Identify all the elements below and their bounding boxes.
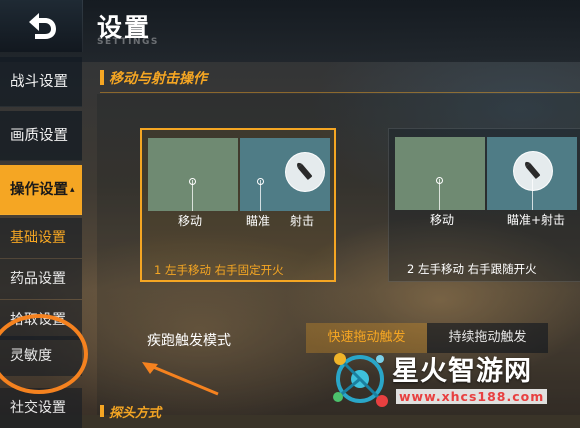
aim-dot-icon xyxy=(257,178,264,185)
watermark-name: 星火智游网 xyxy=(392,356,532,387)
control-scheme-2-card[interactable]: 移动 瞄准+射击 2 左手移动 右手跟随开火 xyxy=(388,128,580,282)
bullet-icon xyxy=(525,161,541,179)
aim-pad xyxy=(240,138,330,211)
sidebar-subitem-social[interactable]: 社交设置 xyxy=(0,388,82,428)
sidebar-subitem-label: 社交设置 xyxy=(10,400,66,416)
fire-button-icon xyxy=(513,151,553,191)
move-pad xyxy=(395,137,485,210)
annotation-arrow-icon xyxy=(142,362,219,396)
move-pad xyxy=(148,138,238,211)
watermark: 星火智游网 www.xhcs188.com xyxy=(330,345,580,415)
section-title: 移动与射击操作 xyxy=(109,71,207,87)
move-dot-icon xyxy=(189,178,196,185)
caret-up-icon: ▴ xyxy=(70,185,75,195)
sidebar-item-label: 战斗设置 xyxy=(10,74,68,90)
shoot-label: 射击 xyxy=(290,214,315,228)
fire-button-icon xyxy=(285,152,325,192)
section-divider xyxy=(100,92,580,93)
section-marker xyxy=(100,405,104,417)
watermark-logo-icon xyxy=(333,353,388,407)
back-button[interactable] xyxy=(0,0,83,52)
sidebar-item-graphics[interactable]: 画质设置 xyxy=(0,111,82,161)
sidebar-item-label: 操作设置 xyxy=(10,182,68,198)
bullet-icon xyxy=(297,162,313,180)
move-dot-icon xyxy=(436,177,443,184)
control-scheme-1-card[interactable]: 移动 瞄准 射击 1 左手移动 右手固定开火 xyxy=(140,128,336,282)
move-label: 移动 xyxy=(430,213,455,227)
sidebar-item-controls[interactable]: 操作设置 ▴ xyxy=(0,165,82,215)
section-marker xyxy=(100,70,104,85)
section-title-peek: 探头方式 xyxy=(109,406,162,421)
scheme-name: 2 左手移动 右手跟随开火 xyxy=(407,262,537,276)
sidebar-item-label: 画质设置 xyxy=(10,128,68,144)
move-label: 移动 xyxy=(178,214,203,228)
back-arrow-icon xyxy=(29,13,56,39)
aim-label: 瞄准 xyxy=(246,214,271,228)
scheme-name: 1 左手移动 右手固定开火 xyxy=(154,263,284,277)
watermark-url: www.xhcs188.com xyxy=(396,389,548,404)
sidebar-subitem-label: 基础设置 xyxy=(10,230,66,246)
aim-fire-pad xyxy=(487,137,577,210)
sidebar-subitem-basic[interactable]: 基础设置 xyxy=(0,218,82,258)
page-subtitle: SETTINGS xyxy=(97,37,159,47)
aim-shoot-label: 瞄准+射击 xyxy=(507,213,566,227)
sidebar-item-battle[interactable]: 战斗设置 xyxy=(0,57,82,107)
sidebar-subitem-medicine[interactable]: 药品设置 xyxy=(0,259,82,299)
top-header: 设置 SETTINGS xyxy=(0,0,580,62)
sprint-mode-label: 疾跑触发模式 xyxy=(147,333,231,349)
sidebar-subitem-label: 药品设置 xyxy=(10,271,66,287)
